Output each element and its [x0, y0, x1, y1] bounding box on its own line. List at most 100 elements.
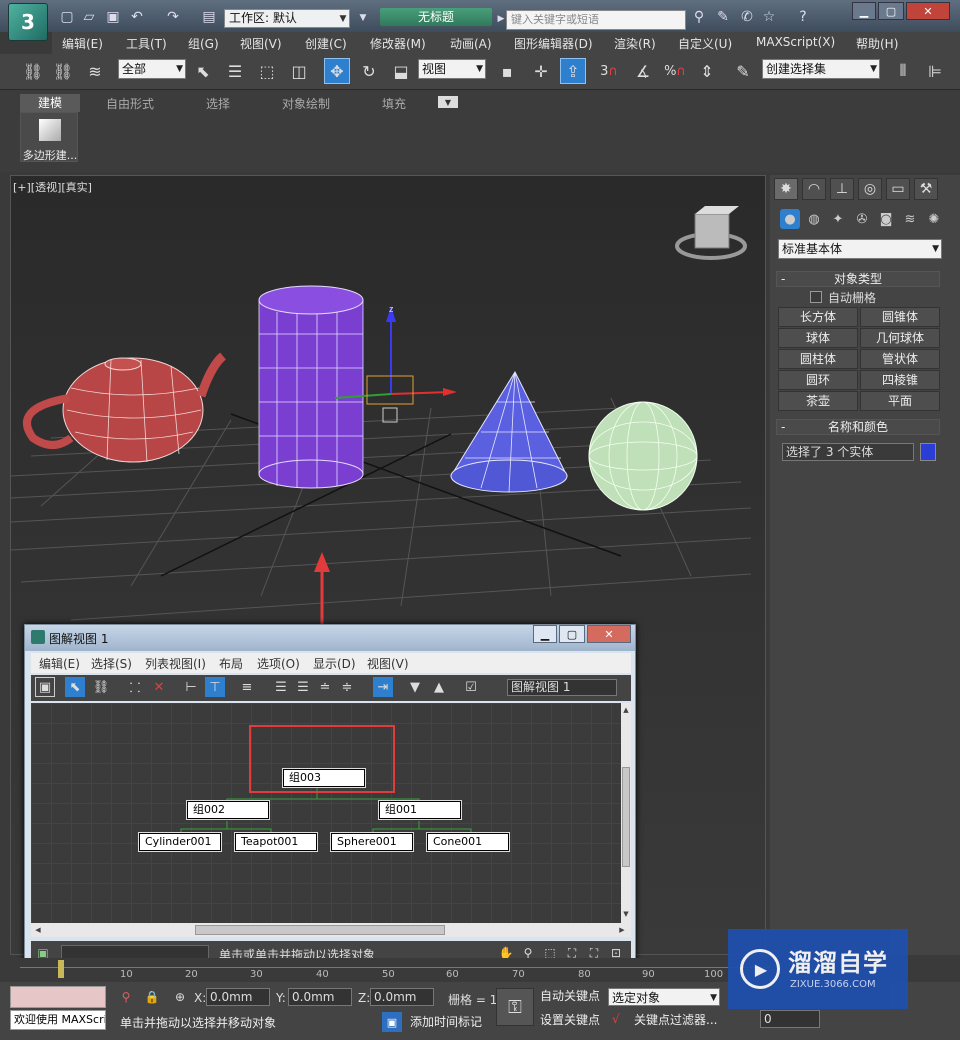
z-coordinate-field[interactable]: 0.0mm	[370, 988, 434, 1006]
schematic-vertical-scrollbar[interactable]: ▲ ▼	[621, 703, 631, 923]
key-selection-dropdown[interactable]: 选定对象 ▼	[608, 988, 720, 1006]
select-and-move-icon[interactable]: ✥	[324, 58, 350, 84]
menu-rendering[interactable]: 渲染(R)	[614, 35, 656, 52]
chevron-down-icon[interactable]: ▼	[336, 9, 350, 28]
object-color-swatch[interactable]	[920, 443, 936, 461]
view-cube[interactable]	[675, 206, 747, 260]
display-floater-icon[interactable]: ▣	[35, 677, 55, 697]
tab-modeling[interactable]: 建模	[20, 94, 80, 112]
schem-menu-options[interactable]: 选项(O)	[257, 655, 300, 672]
select-object-icon[interactable]: ⬉	[190, 58, 216, 84]
menu-tools[interactable]: 工具(T)	[126, 35, 167, 52]
schematic-title-bar[interactable]: 图解视图 1 ▁ ▢ ✕	[25, 625, 635, 651]
binoculars-icon[interactable]: ⚲	[690, 8, 708, 26]
collapse-selected-icon[interactable]: ≡	[237, 677, 257, 697]
geometry-icon[interactable]: ●	[780, 209, 800, 229]
select-by-name-icon[interactable]: ☰	[222, 58, 248, 84]
helpers-icon[interactable]: ◙	[876, 209, 896, 229]
checklist-icon[interactable]: ☑	[461, 677, 481, 697]
schematic-minimize-button[interactable]: ▁	[533, 625, 557, 643]
search-input[interactable]: 键入关键字或短语	[506, 10, 686, 30]
percent-snap-icon[interactable]: % ∩	[662, 58, 688, 84]
auto-key-button[interactable]: 自动关键点	[540, 986, 600, 1006]
save-icon[interactable]: ▣	[104, 8, 122, 26]
redo-icon[interactable]: ↷	[164, 8, 182, 26]
schem-menu-display[interactable]: 显示(D)	[313, 655, 356, 672]
close-button[interactable]: ✕	[906, 2, 950, 20]
schem-menu-edit[interactable]: 编辑(E)	[39, 655, 80, 672]
tab-populate[interactable]: 填充	[382, 95, 406, 112]
spinner-snap-icon[interactable]: ⇕	[694, 58, 720, 84]
current-frame-field[interactable]: 0	[760, 1010, 820, 1028]
set-key-button[interactable]: 设置关键点	[540, 1010, 600, 1030]
object-type-rollout[interactable]: - 对象类型	[776, 271, 940, 287]
cylinder-button[interactable]: 圆柱体	[778, 349, 858, 369]
menu-animation[interactable]: 动画(A)	[450, 35, 492, 52]
expand-down-icon[interactable]: ▼	[405, 677, 425, 697]
scroll-up-icon[interactable]: ▲	[621, 705, 631, 715]
select-and-manipulate-icon[interactable]: ✛	[528, 58, 554, 84]
autogrid-checkbox[interactable]	[810, 291, 822, 303]
snaps-toggle-icon[interactable]: 3 ∩	[596, 58, 622, 84]
key-filter-icon[interactable]: √	[612, 1012, 620, 1026]
menu-group[interactable]: 组(G)	[188, 35, 219, 52]
ribbon-options-icon[interactable]: ▼	[438, 96, 458, 108]
node-teapot001[interactable]: Teapot001	[235, 833, 317, 851]
add-time-tag-button[interactable]: 添加时间标记	[410, 1012, 482, 1032]
absolute-mode-icon[interactable]: ⊕	[172, 988, 188, 1006]
category-dropdown[interactable]: 标准基本体 ▼	[778, 239, 942, 259]
expand-up-icon[interactable]: ▲	[429, 677, 449, 697]
schematic-name-field[interactable]: 图解视图 1	[507, 679, 617, 696]
node-group001[interactable]: 组001	[379, 801, 461, 819]
schematic-horizontal-scrollbar[interactable]: ◀ ▶	[31, 923, 631, 937]
x-coordinate-field[interactable]: 0.0mm	[206, 988, 270, 1006]
free-all-icon[interactable]: ⇥	[373, 677, 393, 697]
key-icon[interactable]: ⚿	[496, 988, 534, 1026]
teapot-button[interactable]: 茶壶	[778, 391, 858, 411]
box-button[interactable]: 长方体	[778, 307, 858, 327]
schematic-maximize-button[interactable]: ▢	[559, 625, 585, 643]
schem-menu-list-views[interactable]: 列表视图(I)	[145, 655, 206, 672]
tab-selection[interactable]: 选择	[206, 95, 230, 112]
menu-maxscript[interactable]: MAXScript(X)	[756, 35, 835, 49]
sphere-object[interactable]	[588, 401, 698, 511]
teapot-object[interactable]	[23, 352, 227, 463]
rectangular-selection-icon[interactable]: ⬚	[254, 58, 280, 84]
project-folder-icon[interactable]: ▤	[200, 8, 218, 26]
open-file-icon[interactable]: ▱	[80, 8, 98, 26]
pyramid-button[interactable]: 四棱锥	[860, 370, 940, 390]
time-tag-icon[interactable]: ▣	[382, 1012, 402, 1032]
delete-objects-icon[interactable]: ✕	[149, 677, 169, 697]
sphere-button[interactable]: 球体	[778, 328, 858, 348]
select-and-scale-icon[interactable]: ⬓	[388, 58, 414, 84]
timeline[interactable]: 10 20 30 40 50 60 70 80 90 100	[0, 958, 770, 982]
schematic-close-button[interactable]: ✕	[587, 625, 631, 643]
app-logo-icon[interactable]: 3	[8, 3, 48, 41]
timeline-track[interactable]	[20, 960, 770, 968]
pivot-center-icon[interactable]: ▪	[494, 58, 520, 84]
node-sphere001[interactable]: Sphere001	[331, 833, 413, 851]
hierarchy-mode-icon[interactable]: ⊢	[181, 677, 201, 697]
bind-space-warp-icon[interactable]: ≋	[82, 58, 108, 84]
plane-button[interactable]: 平面	[860, 391, 940, 411]
scroll-right-icon[interactable]: ▶	[617, 924, 627, 936]
arrange-children-icon[interactable]: ≐	[315, 677, 335, 697]
menu-edit[interactable]: 编辑(E)	[62, 35, 103, 52]
window-crossing-icon[interactable]: ◫	[286, 58, 312, 84]
align-icon[interactable]: ⊫	[922, 58, 948, 84]
select-icon[interactable]: ⬉	[65, 677, 85, 697]
space-warps-icon[interactable]: ≋	[900, 209, 920, 229]
menu-customize[interactable]: 自定义(U)	[678, 35, 732, 52]
time-slider[interactable]	[58, 960, 64, 978]
new-file-icon[interactable]: ▢	[58, 8, 76, 26]
horizontal-scroll-thumb[interactable]	[195, 925, 445, 935]
tube-button[interactable]: 管状体	[860, 349, 940, 369]
workspace-menu-icon[interactable]: ▼	[354, 9, 372, 27]
torus-button[interactable]: 圆环	[778, 370, 858, 390]
object-name-field[interactable]: 选择了 3 个实体	[782, 443, 914, 461]
create-tab-icon[interactable]: ✸	[774, 178, 798, 200]
undo-icon[interactable]: ↶	[128, 8, 146, 26]
select-and-link-icon[interactable]: ⛓	[20, 58, 46, 84]
reference-coordinate-dropdown[interactable]: 视图 ▼	[418, 59, 486, 79]
help-icon[interactable]: ?	[794, 8, 812, 26]
